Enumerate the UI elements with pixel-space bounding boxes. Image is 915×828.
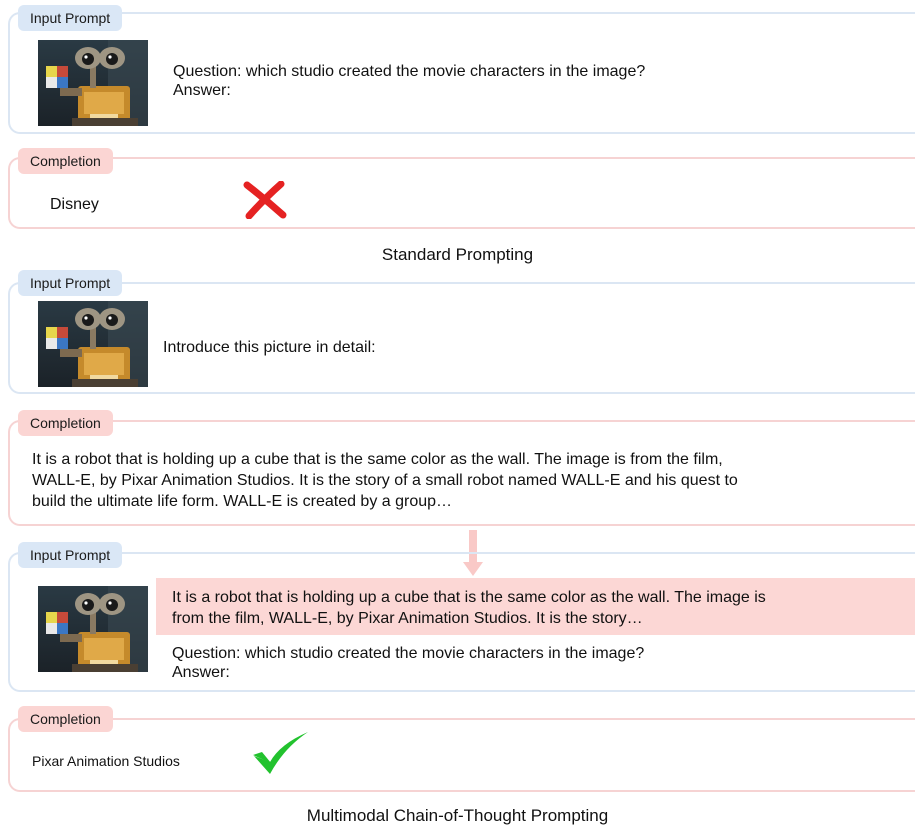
standard-input-tag: Input Prompt — [18, 5, 123, 31]
standard-caption: Standard Prompting — [381, 245, 534, 264]
standard-question: Question: which studio created the movie… — [173, 63, 646, 80]
walle-thumbnail — [38, 586, 148, 672]
step1-instruction: Introduce this picture in detail: — [163, 339, 376, 356]
cross-icon — [243, 181, 287, 219]
rationale-line: It is a robot that is holding up a cube … — [172, 589, 766, 606]
step1-input-tag: Input Prompt — [18, 270, 123, 296]
walle-thumbnail — [38, 301, 148, 387]
step1-completion-tag: Completion — [18, 410, 113, 436]
step2-answer-label: Answer: — [172, 664, 230, 681]
standard-completion-tag: Completion — [18, 148, 113, 174]
step1-completion-line: build the ultimate life form. WALL-E is … — [32, 493, 453, 510]
step1-completion-line: It is a robot that is holding up a cube … — [32, 451, 723, 468]
step2-completion-tag: Completion — [18, 706, 113, 732]
check-icon — [253, 732, 308, 774]
step1-completion-line: WALL-E, by Pixar Animation Studios. It i… — [32, 472, 738, 489]
standard-completion-text: Disney — [50, 196, 99, 213]
step2-input-tag: Input Prompt — [18, 542, 123, 568]
step2-completion-text: Pixar Animation Studios — [32, 753, 180, 769]
standard-answer-label: Answer: — [173, 82, 231, 99]
walle-thumbnail — [38, 40, 148, 126]
standard-completion-panel — [8, 157, 915, 229]
step2-question: Question: which studio created the movie… — [172, 645, 645, 662]
rationale-line: from the film, WALL-E, by Pixar Animatio… — [172, 610, 643, 627]
multimodal-caption: Multimodal Chain-of-Thought Prompting — [306, 806, 609, 825]
